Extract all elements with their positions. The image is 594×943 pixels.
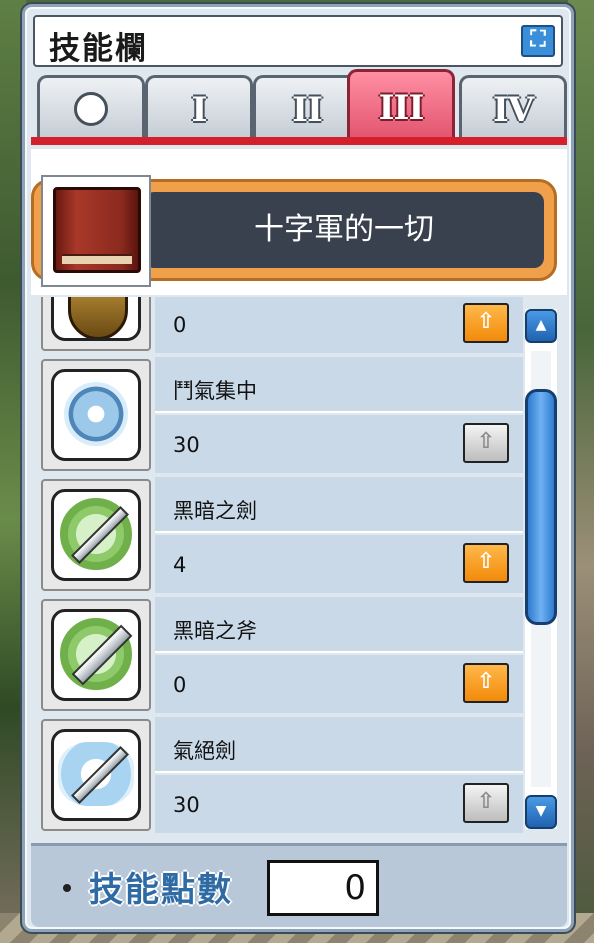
skill-level-band: 0 ⇧: [155, 297, 523, 353]
chevron-up-icon: ▲: [535, 317, 547, 333]
shield-emblem-icon: [51, 297, 141, 341]
arrow-up-icon: ⇧: [476, 429, 496, 454]
skill-name: 黑暗之斧: [155, 597, 523, 653]
job-name: 十字軍的一切: [144, 192, 544, 268]
tab-divider: [31, 137, 567, 145]
job-icon-frame: [41, 175, 151, 287]
job-tabs: I II III IV: [31, 69, 567, 139]
tab-beginner[interactable]: [37, 75, 145, 139]
window-title: 技能欄: [49, 31, 148, 67]
job-header: 十字軍的一切: [31, 149, 567, 295]
tab-4th-job[interactable]: IV: [459, 75, 567, 139]
tab-2nd-job[interactable]: II: [253, 75, 361, 139]
skill-level-band: 30 ⇧: [155, 775, 523, 833]
close-button[interactable]: ⛶: [521, 25, 555, 57]
chevron-down-icon: ▼: [535, 803, 547, 819]
skill-up-button[interactable]: ⇧: [463, 543, 509, 583]
tab-label: III: [378, 88, 425, 128]
window-titlebar[interactable]: 技能欄 ⛶: [33, 15, 563, 67]
arrow-up-icon: ⇧: [476, 309, 496, 334]
skill-points-value: 0: [267, 860, 379, 916]
skill-name: 氣絕劍: [155, 717, 523, 773]
skill-list-scrollbar[interactable]: ▲ ▼: [525, 309, 557, 829]
stun-sword-icon: [51, 729, 141, 821]
scroll-down-button[interactable]: ▼: [525, 795, 557, 829]
skill-level: 30: [173, 793, 200, 817]
bullet-icon: [63, 884, 71, 892]
skill-name: 鬥氣集中: [155, 357, 523, 413]
skill-icon-frame: [41, 599, 151, 711]
skill-list: 0 ⇧ 鬥氣集中 30 ⇧ 黑暗之劍 4 ⇧ 黑暗之斧 0 ⇧ 氣絕劍 30 ⇧…: [31, 297, 567, 837]
tab-label: I: [191, 90, 208, 130]
skill-row[interactable]: 黑暗之劍 4 ⇧: [41, 477, 523, 595]
skill-points-footer: 技能點數 0: [31, 843, 567, 927]
skill-icon-frame: [41, 479, 151, 591]
tab-label: II: [292, 90, 323, 130]
close-icon: ⛶: [530, 27, 546, 52]
skill-level-band: 30 ⇧: [155, 415, 523, 473]
scroll-thumb[interactable]: [525, 389, 557, 625]
skill-up-button[interactable]: ⇧: [463, 663, 509, 703]
arrow-up-icon: ⇧: [476, 669, 496, 694]
skill-level: 30: [173, 433, 200, 457]
skill-window: 技能欄 ⛶ I II III IV 十字軍的一切 0 ⇧ 鬥氣集中 30 ⇧ 黑…: [22, 4, 574, 932]
scroll-up-button[interactable]: ▲: [525, 309, 557, 343]
skill-row[interactable]: 黑暗之斧 0 ⇧: [41, 597, 523, 715]
skill-row[interactable]: 0 ⇧: [41, 297, 523, 355]
skill-row[interactable]: 鬥氣集中 30 ⇧: [41, 357, 523, 475]
tab-1st-job[interactable]: I: [145, 75, 253, 139]
skill-level-band: 4 ⇧: [155, 535, 523, 593]
arrow-up-icon: ⇧: [476, 789, 496, 814]
skill-icon-frame: [41, 297, 151, 351]
dot-icon: [74, 92, 108, 126]
skill-up-button[interactable]: ⇧: [463, 423, 509, 463]
combo-orbs-icon: [51, 369, 141, 461]
skill-icon-frame: [41, 359, 151, 471]
skill-book-icon: [53, 187, 141, 273]
tab-3rd-job[interactable]: III: [347, 69, 455, 139]
arrow-up-icon: ⇧: [476, 549, 496, 574]
dark-axe-icon: [51, 609, 141, 701]
skill-level: 4: [173, 553, 187, 577]
dark-sword-icon: [51, 489, 141, 581]
skill-up-button[interactable]: ⇧: [463, 303, 509, 343]
tab-label: IV: [492, 90, 534, 130]
skill-level: 0: [173, 673, 187, 697]
skill-level: 0: [173, 313, 187, 337]
skill-up-button[interactable]: ⇧: [463, 783, 509, 823]
skill-icon-frame: [41, 719, 151, 831]
skill-row[interactable]: 氣絕劍 30 ⇧: [41, 717, 523, 835]
skill-points-label: 技能點數: [89, 870, 233, 910]
skill-name: 黑暗之劍: [155, 477, 523, 533]
skill-level-band: 0 ⇧: [155, 655, 523, 713]
